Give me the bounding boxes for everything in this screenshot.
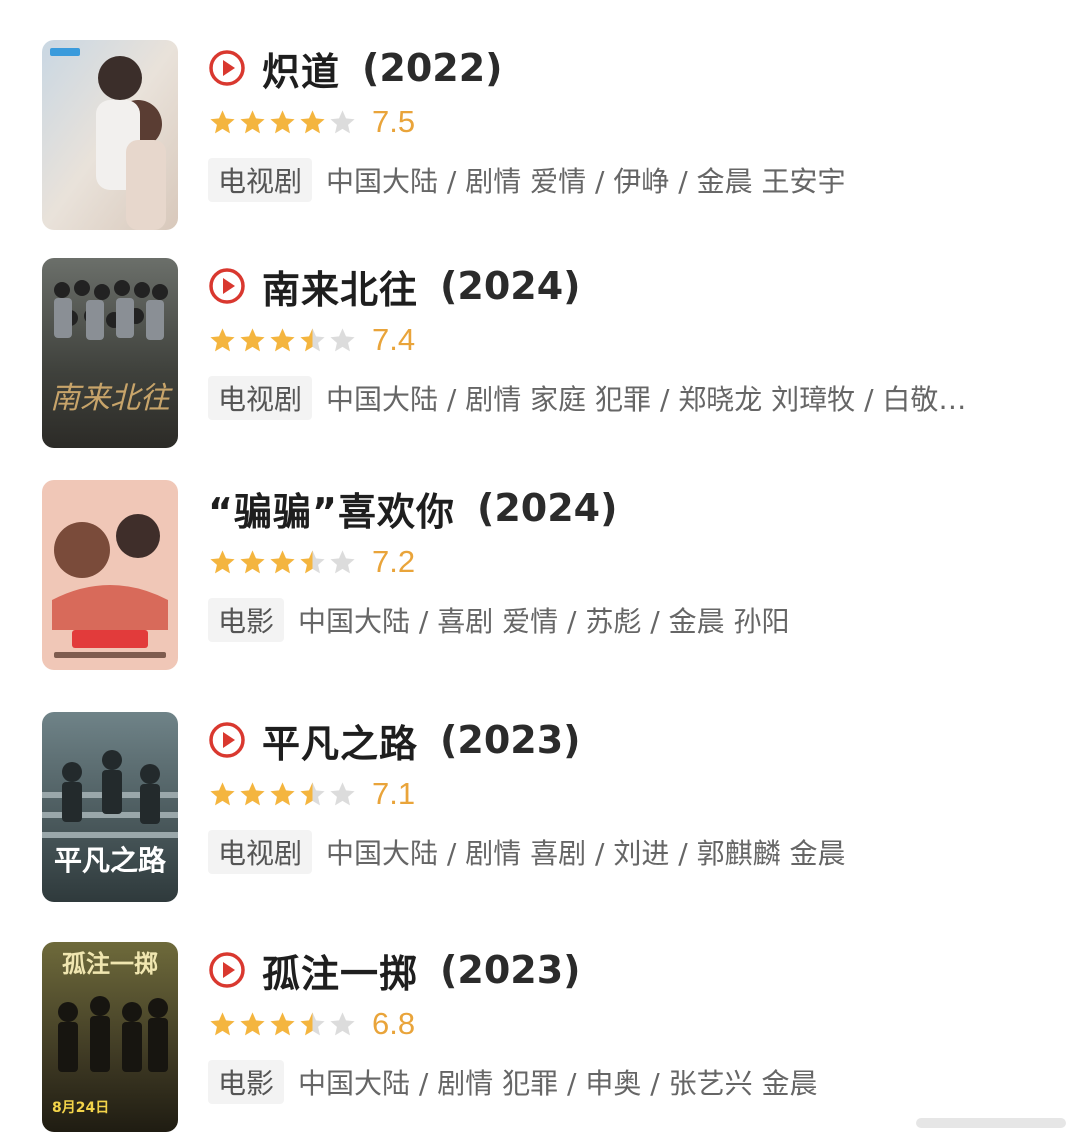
star-rating <box>208 1010 358 1039</box>
type-tag: 电视剧 <box>208 830 313 874</box>
poster-image[interactable]: 南来北往 <box>42 258 178 448</box>
type-tag: 电影 <box>208 598 285 642</box>
item-title[interactable]: 南来北往 <box>262 259 418 314</box>
movie-item[interactable]: 平凡之路 平凡之路 (2023) 7.1 电视剧 中国大陆 / 剧情 喜剧 / … <box>0 712 1080 912</box>
star-icon <box>270 781 295 805</box>
star-icon <box>270 327 295 351</box>
item-title[interactable]: 炽道 <box>262 41 340 96</box>
item-year: (2024) <box>440 264 581 308</box>
star-icon <box>300 109 325 133</box>
star-rating <box>208 108 358 137</box>
movie-item[interactable]: 孤注一掷 8月24日 孤注一掷 (2023) 6.8 电影 中国大陆 / 剧情 … <box>0 942 1080 1142</box>
rating-score: 7.1 <box>372 776 416 811</box>
item-meta: 中国大陆 / 剧情 爱情 / 伊峥 / 金晨 王安宇 <box>326 165 846 198</box>
poster-image[interactable]: 平凡之路 <box>42 712 178 902</box>
star-icon <box>240 1011 265 1035</box>
star-icon <box>300 327 325 351</box>
star-icon <box>270 549 295 573</box>
svg-text:南来北往: 南来北往 <box>50 381 173 416</box>
rating-score: 7.5 <box>372 104 416 139</box>
star-icon <box>240 327 265 351</box>
star-icon <box>210 109 235 133</box>
poster-image[interactable]: 孤注一掷 8月24日 <box>42 942 178 1132</box>
movie-item[interactable]: 南来北往 南来北往 (2024) 7.4 电视剧 中国大陆 / 剧情 家庭 犯罪… <box>0 258 1080 458</box>
item-title[interactable]: “骗骗”喜欢你 <box>208 481 455 536</box>
rating-score: 7.2 <box>372 544 416 579</box>
star-icon <box>240 109 265 133</box>
star-icon <box>210 327 235 351</box>
rating-score: 7.4 <box>372 322 416 357</box>
star-icon <box>210 1011 235 1035</box>
movie-item[interactable]: “骗骗”喜欢你 (2024) 7.2 电影 中国大陆 / 喜剧 爱情 / 苏彪 … <box>0 480 1080 680</box>
item-meta: 中国大陆 / 剧情 家庭 犯罪 / 郑晓龙 刘璋牧 / 白敬… <box>326 383 967 416</box>
svg-text:8月24日: 8月24日 <box>52 1100 109 1116</box>
svg-text:孤注一掷: 孤注一掷 <box>62 949 158 978</box>
poster-image[interactable] <box>42 480 178 670</box>
play-icon[interactable] <box>208 951 246 989</box>
star-icon <box>330 781 355 805</box>
movie-item[interactable]: 炽道 (2022) 7.5 电视剧 中国大陆 / 剧情 爱情 / 伊峥 / 金晨… <box>0 40 1080 240</box>
item-year: (2023) <box>440 718 581 762</box>
star-icon <box>300 781 325 805</box>
star-icon <box>210 781 235 805</box>
star-icon <box>300 1011 325 1035</box>
star-icon <box>210 549 235 573</box>
rating-score: 6.8 <box>372 1006 416 1041</box>
type-tag: 电影 <box>208 1060 285 1104</box>
svg-text:平凡之路: 平凡之路 <box>54 844 167 877</box>
star-rating <box>208 548 358 577</box>
star-icon <box>330 327 355 351</box>
star-rating <box>208 326 358 355</box>
item-title[interactable]: 平凡之路 <box>262 713 418 768</box>
item-year: (2023) <box>440 948 581 992</box>
star-icon <box>330 549 355 573</box>
play-icon[interactable] <box>208 721 246 759</box>
star-icon <box>300 549 325 573</box>
item-meta: 中国大陆 / 喜剧 爱情 / 苏彪 / 金晨 孙阳 <box>298 605 790 638</box>
watermark-logo <box>916 1118 1066 1128</box>
item-meta: 中国大陆 / 剧情 喜剧 / 刘进 / 郭麒麟 金晨 <box>326 837 846 870</box>
type-tag: 电视剧 <box>208 158 313 202</box>
star-icon <box>330 1011 355 1035</box>
item-title[interactable]: 孤注一掷 <box>262 943 418 998</box>
play-icon[interactable] <box>208 267 246 305</box>
star-icon <box>270 109 295 133</box>
star-icon <box>240 549 265 573</box>
type-tag: 电视剧 <box>208 376 313 420</box>
play-icon[interactable] <box>208 49 246 87</box>
item-meta: 中国大陆 / 剧情 犯罪 / 申奥 / 张艺兴 金晨 <box>298 1067 818 1100</box>
star-icon <box>270 1011 295 1035</box>
star-icon <box>240 781 265 805</box>
star-rating <box>208 780 358 809</box>
star-icon <box>330 109 355 133</box>
item-year: (2022) <box>362 46 503 90</box>
poster-image[interactable] <box>42 40 178 230</box>
item-year: (2024) <box>476 486 618 530</box>
